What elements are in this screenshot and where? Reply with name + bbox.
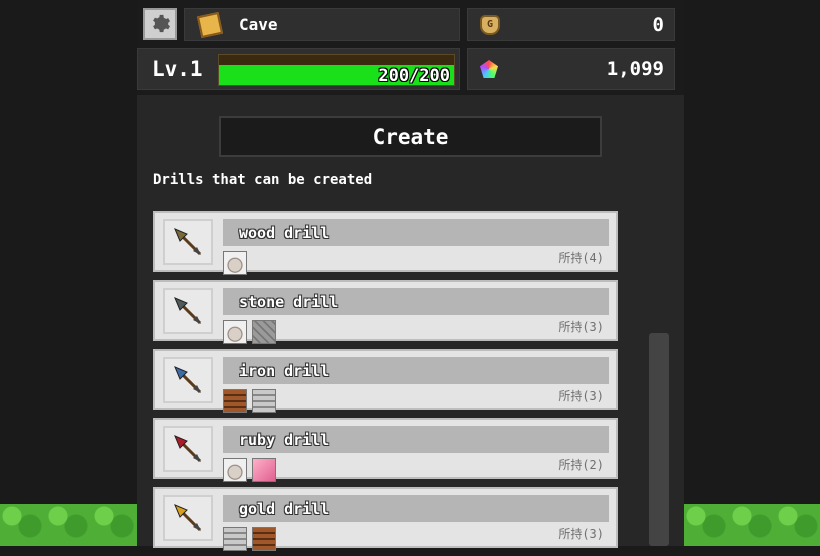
drill-icon xyxy=(174,435,202,463)
drill-list: wood drill 所持(4) stone drill 所持(3) iron … xyxy=(153,211,618,556)
drill-thumb xyxy=(163,426,213,472)
drill-icon xyxy=(174,228,202,256)
drill-icon xyxy=(174,504,202,532)
drill-item[interactable]: wood drill 所持(4) xyxy=(153,211,618,275)
drill-icon xyxy=(174,366,202,394)
grass-right xyxy=(684,504,820,546)
drill-name: stone drill xyxy=(239,293,339,311)
owned-count: 所持(4) xyxy=(558,251,604,265)
drill-icon xyxy=(174,297,202,325)
ruby-material-icon xyxy=(252,458,276,482)
drill-item[interactable]: ruby drill 所持(2) xyxy=(153,418,618,482)
scrollbar[interactable] xyxy=(649,333,669,546)
section-title: Drills that can be created xyxy=(153,172,373,188)
drill-thumb xyxy=(163,357,213,403)
material-list xyxy=(223,527,276,551)
drill-name: gold drill xyxy=(239,500,330,518)
drill-thumb xyxy=(163,288,213,334)
drill-thumb xyxy=(163,495,213,541)
gold-bag-icon: G xyxy=(480,14,500,35)
drill-item[interactable]: iron drill 所持(3) xyxy=(153,349,618,413)
drill-name-bar: wood drill xyxy=(223,219,609,246)
level-label: Lv.1 xyxy=(152,57,203,81)
drill-name: iron drill xyxy=(239,362,330,380)
gem-icon xyxy=(480,60,498,78)
material-list xyxy=(223,251,247,275)
gear-icon xyxy=(153,14,170,33)
owned-count: 所持(3) xyxy=(558,389,604,403)
drill-name: ruby drill xyxy=(239,431,330,449)
location-box[interactable]: Cave xyxy=(184,8,460,41)
drill-name-bar: stone drill xyxy=(223,288,609,315)
wood-material-icon xyxy=(223,389,247,413)
settings-button[interactable] xyxy=(143,8,177,40)
rock-material-icon xyxy=(223,458,247,482)
main-panel: Cave G 0 Lv.1 200/200 1,099 Create Drill… xyxy=(137,0,684,551)
rock-material-icon xyxy=(223,251,247,275)
drill-name-bar: ruby drill xyxy=(223,426,609,453)
iron-material-icon xyxy=(252,389,276,413)
iron-material-icon xyxy=(223,527,247,551)
gem-value: 1,099 xyxy=(606,58,664,80)
drill-name-bar: iron drill xyxy=(223,357,609,384)
stone-material-icon xyxy=(252,320,276,344)
gem-box: 1,099 xyxy=(467,48,675,90)
drill-thumb xyxy=(163,219,213,265)
exp-text: 200/200 xyxy=(378,66,450,86)
drill-item[interactable]: gold drill 所持(3) xyxy=(153,487,618,551)
owned-count: 所持(2) xyxy=(558,458,604,472)
location-label: Cave xyxy=(239,15,278,34)
create-button[interactable]: Create xyxy=(219,116,602,157)
level-box: Lv.1 200/200 xyxy=(137,48,460,90)
grass-left xyxy=(0,504,137,546)
material-list xyxy=(223,389,276,413)
drill-item[interactable]: stone drill 所持(3) xyxy=(153,280,618,344)
rock-material-icon xyxy=(223,320,247,344)
gold-value: 0 xyxy=(652,13,664,36)
material-list xyxy=(223,320,276,344)
owned-count: 所持(3) xyxy=(558,320,604,334)
map-icon xyxy=(196,11,224,38)
wood-material-icon xyxy=(252,527,276,551)
drill-name-bar: gold drill xyxy=(223,495,609,522)
top-header: Cave G 0 Lv.1 200/200 1,099 xyxy=(137,0,684,95)
owned-count: 所持(3) xyxy=(558,527,604,541)
material-list xyxy=(223,458,276,482)
exp-bar: 200/200 xyxy=(218,54,455,86)
drill-name: wood drill xyxy=(239,224,330,242)
gold-box: G 0 xyxy=(467,8,675,41)
